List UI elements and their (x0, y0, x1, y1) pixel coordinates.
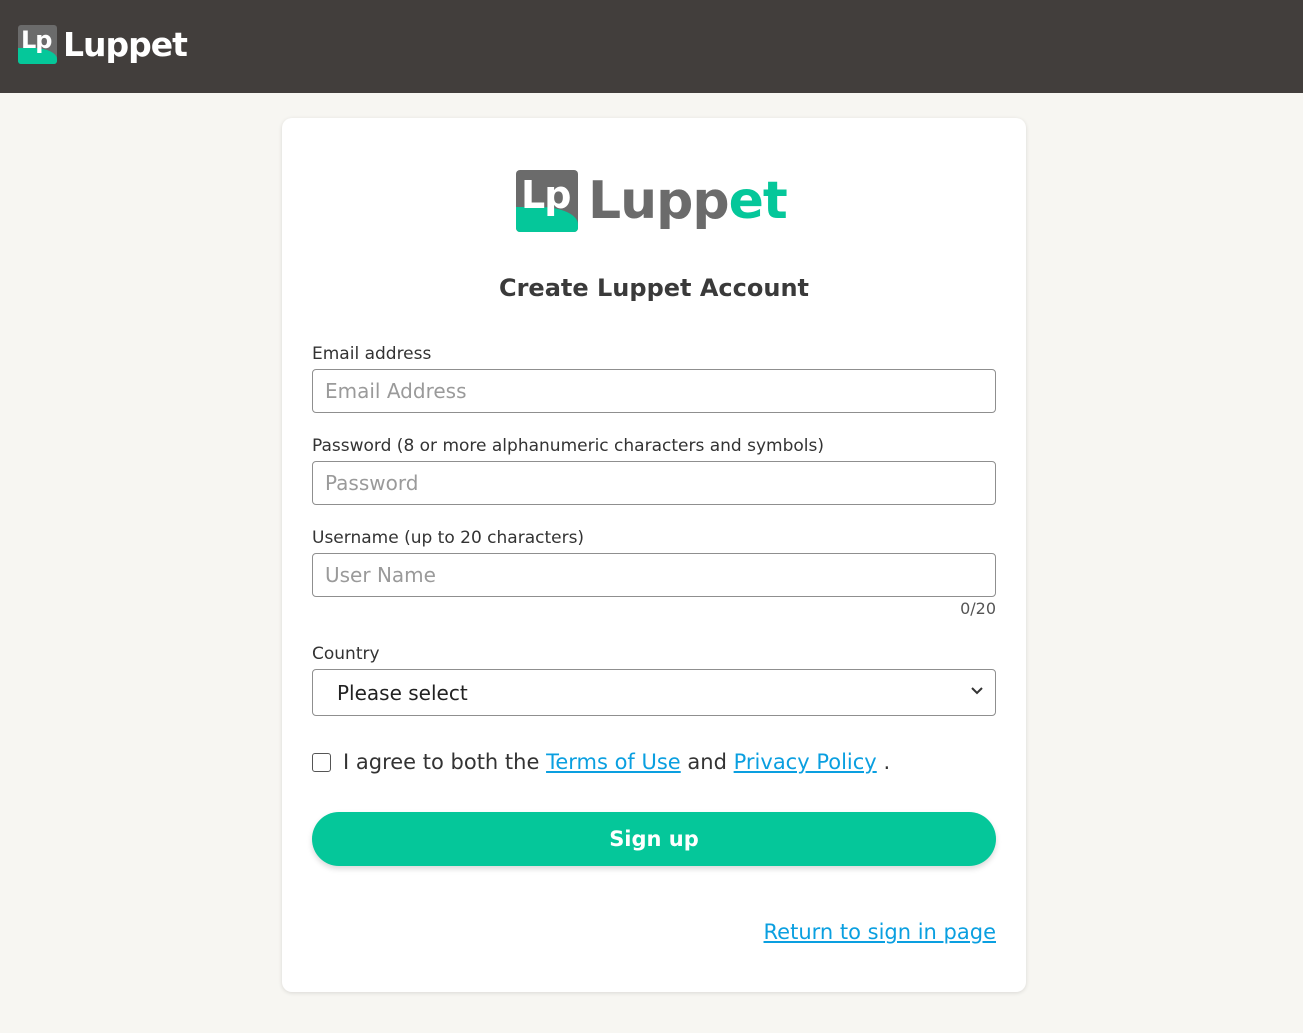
logo-wordmark: Luppet (63, 25, 188, 64)
return-to-sign-in-link[interactable]: Return to sign in page (764, 920, 996, 944)
username-char-counter: 0/20 (960, 599, 996, 618)
username-field[interactable] (312, 553, 996, 597)
chevron-down-icon (971, 687, 983, 695)
password-field[interactable] (312, 461, 996, 505)
agree-suffix: . (883, 750, 891, 774)
country-select[interactable]: Please select (312, 669, 996, 716)
top-bar: Lp Luppet (0, 0, 1303, 93)
agree-and: and (687, 750, 727, 774)
privacy-policy-link[interactable]: Privacy Policy (734, 750, 877, 774)
logo-mark-text: Lp (521, 173, 571, 217)
email-field[interactable] (312, 369, 996, 413)
page-title: Create Luppet Account (498, 274, 810, 302)
logo-mark-icon: Lp (516, 170, 578, 232)
country-selected-value: Please select (337, 681, 468, 705)
card-logo: Lp Luppet (516, 170, 788, 232)
password-label: Password (8 or more alphanumeric charact… (312, 436, 824, 456)
agree-prefix: I agree to both the (343, 750, 540, 774)
country-label: Country (312, 644, 380, 664)
terms-of-use-link[interactable]: Terms of Use (546, 750, 681, 774)
username-label: Username (up to 20 characters) (312, 528, 585, 548)
email-label: Email address (312, 344, 432, 364)
logo-mark-icon: Lp (18, 25, 57, 64)
logo-mark-text: Lp (21, 26, 53, 54)
sign-up-button[interactable]: Sign up (312, 812, 996, 866)
signup-card: Lp Luppet Create Luppet Account Email ad… (282, 118, 1026, 992)
header-logo[interactable]: Lp Luppet (18, 25, 188, 64)
terms-agreement: I agree to both the Terms of Use and Pri… (312, 750, 890, 774)
agree-checkbox[interactable] (312, 752, 331, 772)
logo-wordmark: Luppet (588, 171, 788, 231)
